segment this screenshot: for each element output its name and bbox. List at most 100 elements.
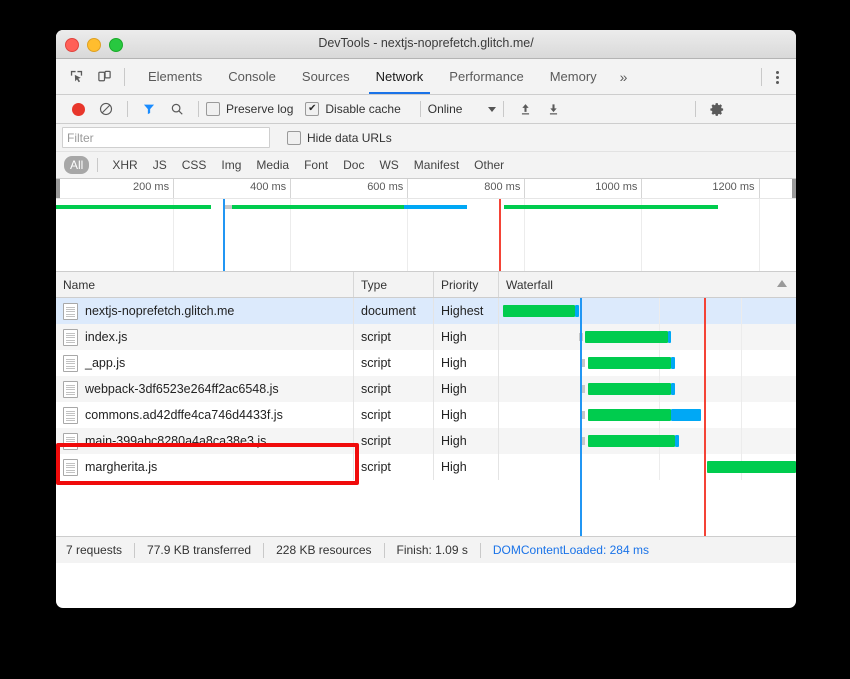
throttling-select[interactable]: Online [428, 102, 497, 116]
tab-console[interactable]: Console [215, 59, 289, 94]
window-title: DevTools - nextjs-noprefetch.glitch.me/ [56, 36, 796, 50]
cell-priority: Highest [434, 298, 499, 324]
window-titlebar: DevTools - nextjs-noprefetch.glitch.me/ [56, 30, 796, 59]
type-filter-other[interactable]: Other [468, 156, 510, 174]
cell-name: _app.js [56, 350, 354, 376]
overview-right-handle[interactable] [792, 179, 796, 198]
tab-label: Memory [550, 69, 597, 84]
type-filter-img[interactable]: Img [215, 156, 247, 174]
overview-request-band [232, 205, 404, 209]
table-row[interactable]: commons.ad42dffe4ca746d4433f.jsscriptHig… [56, 402, 796, 428]
status-divider [480, 543, 481, 558]
request-name: webpack-3df6523e264ff2ac6548.js [85, 382, 279, 396]
type-filter-css[interactable]: CSS [176, 156, 213, 174]
overview-body [56, 199, 796, 271]
tab-performance[interactable]: Performance [436, 59, 536, 94]
network-overview[interactable]: 200 ms400 ms600 ms800 ms1000 ms1200 ms [56, 179, 796, 272]
filter-button[interactable] [135, 96, 163, 122]
overview-request-band [225, 205, 232, 209]
search-button[interactable] [163, 96, 191, 122]
hide-data-urls-checkbox[interactable]: Hide data URLs [287, 131, 392, 145]
preserve-log-checkbox[interactable]: Preserve log [206, 102, 293, 116]
throttling-value: Online [428, 102, 463, 116]
document-icon [63, 459, 78, 476]
filter-input[interactable] [62, 127, 270, 148]
cell-type: script [354, 454, 434, 480]
table-row[interactable]: index.jsscriptHigh [56, 324, 796, 350]
overview-request-band [504, 205, 719, 209]
table-rows: nextjs-noprefetch.glitch.medocumentHighe… [56, 298, 796, 536]
cell-priority: High [434, 454, 499, 480]
status-item: Finish: 1.09 s [397, 543, 468, 557]
checkbox-box [287, 131, 301, 145]
cell-waterfall [499, 428, 796, 454]
overview-dcl-line [223, 199, 225, 271]
request-name: _app.js [85, 356, 125, 370]
document-icon [63, 433, 78, 450]
status-divider [134, 543, 135, 558]
waterfall-bar-green [588, 357, 672, 369]
waterfall-gridline [659, 298, 660, 324]
export-har-button[interactable] [539, 96, 567, 122]
overview-gridline [524, 199, 525, 271]
request-name: margherita.js [85, 460, 157, 474]
disable-cache-checkbox[interactable]: Disable cache [305, 102, 400, 116]
type-filter-doc[interactable]: Doc [337, 156, 370, 174]
cell-priority: High [434, 350, 499, 376]
checkbox-box [206, 102, 220, 116]
type-filter-ws[interactable]: WS [373, 156, 404, 174]
waterfall-dcl-line [580, 298, 582, 536]
table-row[interactable]: webpack-3df6523e264ff2ac6548.jsscriptHig… [56, 376, 796, 402]
disable-cache-label: Disable cache [325, 102, 400, 116]
type-filter-all[interactable]: All [64, 156, 89, 174]
record-button[interactable] [64, 96, 92, 122]
overview-request-band [56, 205, 211, 209]
inspect-element-icon[interactable] [62, 64, 90, 90]
tab-memory[interactable]: Memory [537, 59, 610, 94]
type-filter-js[interactable]: JS [147, 156, 173, 174]
request-name: commons.ad42dffe4ca746d4433f.js [85, 408, 283, 422]
tab-label: Elements [148, 69, 202, 84]
column-header-type[interactable]: Type [354, 272, 434, 297]
waterfall-bar-blue [575, 305, 579, 317]
waterfall-bar-blue [671, 357, 675, 369]
network-status-bar: 7 requests77.9 KB transferred228 KB reso… [56, 536, 796, 563]
clear-button[interactable] [92, 96, 120, 122]
waterfall-bar-blue [671, 383, 675, 395]
column-header-priority[interactable]: Priority [434, 272, 499, 297]
cell-type: script [354, 350, 434, 376]
import-har-button[interactable] [511, 96, 539, 122]
type-filter-manifest[interactable]: Manifest [408, 156, 465, 174]
status-item: 7 requests [66, 543, 122, 557]
requests-table: Name Type Priority Waterfall nextjs-nopr… [56, 272, 796, 536]
cell-name: margherita.js [56, 454, 354, 480]
table-header: Name Type Priority Waterfall [56, 272, 796, 298]
table-row[interactable]: main-399abc8280a4a8ca38e3.jsscriptHigh [56, 428, 796, 454]
hide-data-urls-label: Hide data URLs [307, 131, 392, 145]
type-filter-font[interactable]: Font [298, 156, 334, 174]
cell-type: script [354, 324, 434, 350]
column-header-waterfall[interactable]: Waterfall [499, 272, 796, 297]
settings-gear-button[interactable] [703, 96, 731, 122]
device-toolbar-icon[interactable] [90, 64, 118, 90]
devtools-tabbar: Elements Console Sources Network Perform… [56, 59, 796, 95]
resource-type-filters: All XHR JS CSS Img Media Font Doc WS Man… [56, 152, 796, 179]
tab-network[interactable]: Network [363, 59, 437, 94]
type-filter-media[interactable]: Media [250, 156, 295, 174]
type-filter-xhr[interactable]: XHR [106, 156, 143, 174]
record-icon [72, 103, 85, 116]
more-tabs-icon[interactable]: » [610, 59, 638, 94]
table-row[interactable]: nextjs-noprefetch.glitch.medocumentHighe… [56, 298, 796, 324]
tab-sources[interactable]: Sources [289, 59, 363, 94]
more-options-icon[interactable] [768, 67, 786, 87]
table-row[interactable]: margherita.js scriptHigh [56, 454, 796, 480]
status-item: 77.9 KB transferred [147, 543, 251, 557]
tab-elements[interactable]: Elements [135, 59, 215, 94]
overview-gridline [407, 199, 408, 271]
table-row[interactable]: _app.js scriptHigh [56, 350, 796, 376]
status-item[interactable]: DOMContentLoaded: 284 ms [493, 543, 649, 557]
cell-type: script [354, 428, 434, 454]
column-header-name[interactable]: Name [56, 272, 354, 297]
filter-row: Hide data URLs [56, 124, 796, 152]
pill-divider [97, 158, 98, 172]
